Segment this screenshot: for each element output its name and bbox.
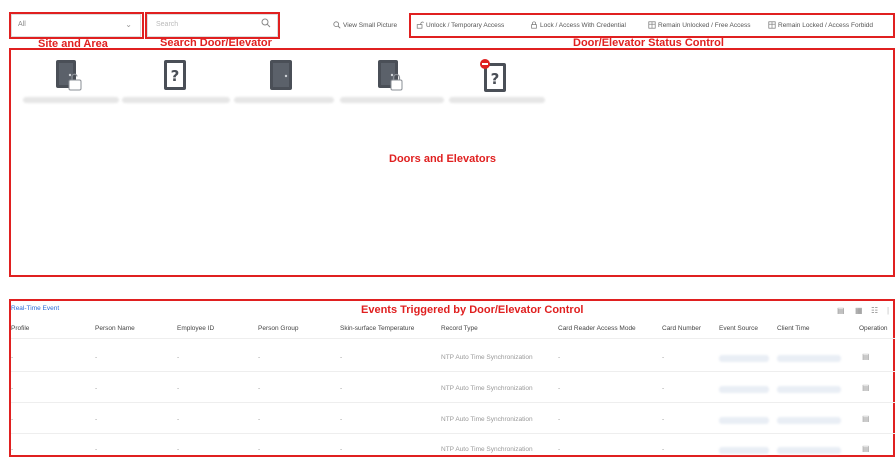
cell-client-time: [777, 355, 841, 362]
cell-person-name: -: [95, 385, 98, 392]
cell-person-name: -: [95, 446, 98, 453]
col-person-name: Person Name: [95, 325, 135, 332]
annotation-site-and-area: Site and Area: [38, 38, 108, 50]
door-item-3[interactable]: [267, 58, 297, 94]
col-event-source: Event Source: [719, 325, 759, 332]
cell-event-source: [719, 447, 769, 454]
cell-employee-id: -: [177, 416, 180, 423]
row-divider: [11, 402, 895, 403]
subscribe-icon[interactable]: ▤: [837, 306, 845, 315]
events-title[interactable]: Real-Time Event: [11, 305, 59, 312]
cell-profile: -: [11, 416, 14, 423]
cell-temperature: -: [340, 385, 343, 392]
door-unlocked-icon: [56, 60, 82, 91]
view-detail-icon[interactable]: ▤: [862, 383, 870, 392]
zoom-icon: [333, 21, 341, 29]
door-item-1[interactable]: [53, 58, 83, 94]
view-detail-icon[interactable]: ▤: [862, 414, 870, 423]
cell-employee-id: -: [177, 385, 180, 392]
door-caption-2: [122, 97, 230, 103]
annotation-status-control: Door/Elevator Status Control: [573, 37, 724, 49]
cell-event-source: [719, 355, 769, 362]
cell-record-type: NTP Auto Time Synchronization: [441, 385, 533, 392]
cell-employee-id: -: [177, 446, 180, 453]
row-divider: [11, 433, 895, 434]
cell-client-time: [777, 447, 841, 454]
cell-person-name: -: [95, 416, 98, 423]
col-client-time: Client Time: [777, 325, 810, 332]
cell-access-mode: -: [558, 354, 561, 361]
door-caption-1: [23, 97, 119, 103]
row-divider: [11, 371, 895, 372]
col-record-type: Record Type: [441, 325, 478, 332]
cell-card-number: -: [662, 446, 665, 453]
cell-profile: -: [11, 385, 14, 392]
col-profile: Profile: [11, 325, 30, 332]
door-unknown-icon: ?: [164, 60, 186, 90]
divider-icon: |: [887, 306, 890, 315]
cell-record-type: NTP Auto Time Synchronization: [441, 354, 533, 361]
cell-event-source: [719, 386, 769, 393]
cell-client-time: [777, 417, 841, 424]
door-item-4[interactable]: [375, 58, 405, 94]
cell-card-number: -: [662, 385, 665, 392]
cell-access-mode: -: [558, 416, 561, 423]
door-caption-5: [449, 97, 545, 103]
door-offline-icon: ?: [480, 59, 506, 92]
cell-profile: -: [11, 446, 14, 453]
cell-temperature: -: [340, 354, 343, 361]
cell-record-type: NTP Auto Time Synchronization: [441, 446, 533, 453]
col-access-mode: Card Reader Access Mode: [558, 325, 636, 332]
col-temperature: Skin-surface Temperature: [340, 325, 415, 332]
cell-person-group: -: [258, 446, 261, 453]
door-item-5[interactable]: ?: [479, 58, 509, 94]
status-control-highlight: [409, 13, 895, 38]
col-employee-id: Employee ID: [177, 325, 215, 332]
svg-text:?: ?: [171, 67, 180, 85]
view-detail-icon[interactable]: ▤: [862, 352, 870, 361]
view-small-picture-label: View Small Picture: [343, 22, 398, 29]
cell-card-number: -: [662, 354, 665, 361]
cell-event-source: [719, 417, 769, 424]
col-operation: Operation: [859, 325, 888, 332]
cell-record-type: NTP Auto Time Synchronization: [441, 416, 533, 423]
cell-person-group: -: [258, 354, 261, 361]
cell-temperature: -: [340, 416, 343, 423]
view-detail-icon[interactable]: ▤: [862, 444, 870, 453]
cell-temperature: -: [340, 446, 343, 453]
cell-card-number: -: [662, 416, 665, 423]
door-closed-icon: [270, 60, 292, 90]
cell-person-group: -: [258, 416, 261, 423]
column-settings-icon[interactable]: ☷: [871, 306, 878, 315]
annotation-events-triggered: Events Triggered by Door/Elevator Contro…: [361, 304, 584, 316]
cell-person-name: -: [95, 354, 98, 361]
door-caption-3: [234, 97, 334, 103]
annotation-doors-and-elevators: Doors and Elevators: [389, 153, 496, 165]
door-locked-icon: [378, 60, 403, 91]
cell-access-mode: -: [558, 385, 561, 392]
door-caption-4: [340, 97, 444, 103]
export-icon[interactable]: ▦: [855, 306, 863, 315]
col-person-group: Person Group: [258, 325, 299, 332]
cell-person-group: -: [258, 385, 261, 392]
cell-employee-id: -: [177, 354, 180, 361]
cell-profile: -: [11, 354, 14, 361]
annotation-search-door: Search Door/Elevator: [160, 37, 272, 49]
svg-text:?: ?: [491, 70, 500, 88]
door-item-2[interactable]: ?: [161, 58, 191, 94]
cell-access-mode: -: [558, 446, 561, 453]
cell-client-time: [777, 386, 841, 393]
view-small-picture-button[interactable]: View Small Picture: [333, 21, 397, 29]
site-area-highlight: [9, 12, 144, 39]
header-divider: [11, 338, 895, 339]
col-card-number: Card Number: [662, 325, 702, 332]
search-highlight: [145, 12, 280, 39]
